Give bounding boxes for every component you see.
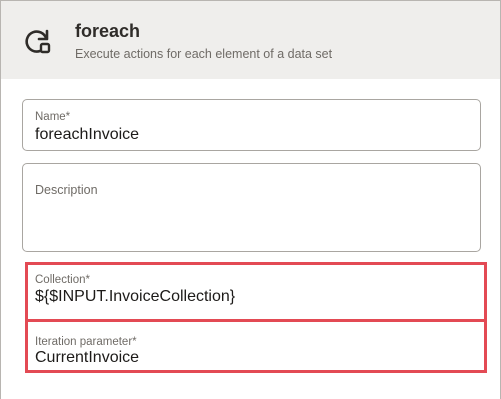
page-title: foreach [75, 21, 141, 41]
description-field[interactable]: Description [22, 163, 481, 252]
name-field[interactable]: Name* foreachInvoice [22, 99, 481, 151]
foreach-properties-panel: foreach Execute actions for each element… [0, 0, 501, 399]
name-field-value[interactable]: foreachInvoice [35, 126, 139, 144]
highlight-box [25, 262, 487, 373]
name-field-label: Name* [35, 111, 71, 123]
highlight-divider [25, 319, 487, 322]
description-field-label: Description [35, 183, 98, 197]
page-subtitle: Execute actions for each element of a da… [75, 47, 333, 61]
refresh-loop-icon [25, 29, 51, 54]
panel-bottom-padding [1, 377, 500, 399]
panel-header: foreach Execute actions for each element… [1, 1, 500, 79]
